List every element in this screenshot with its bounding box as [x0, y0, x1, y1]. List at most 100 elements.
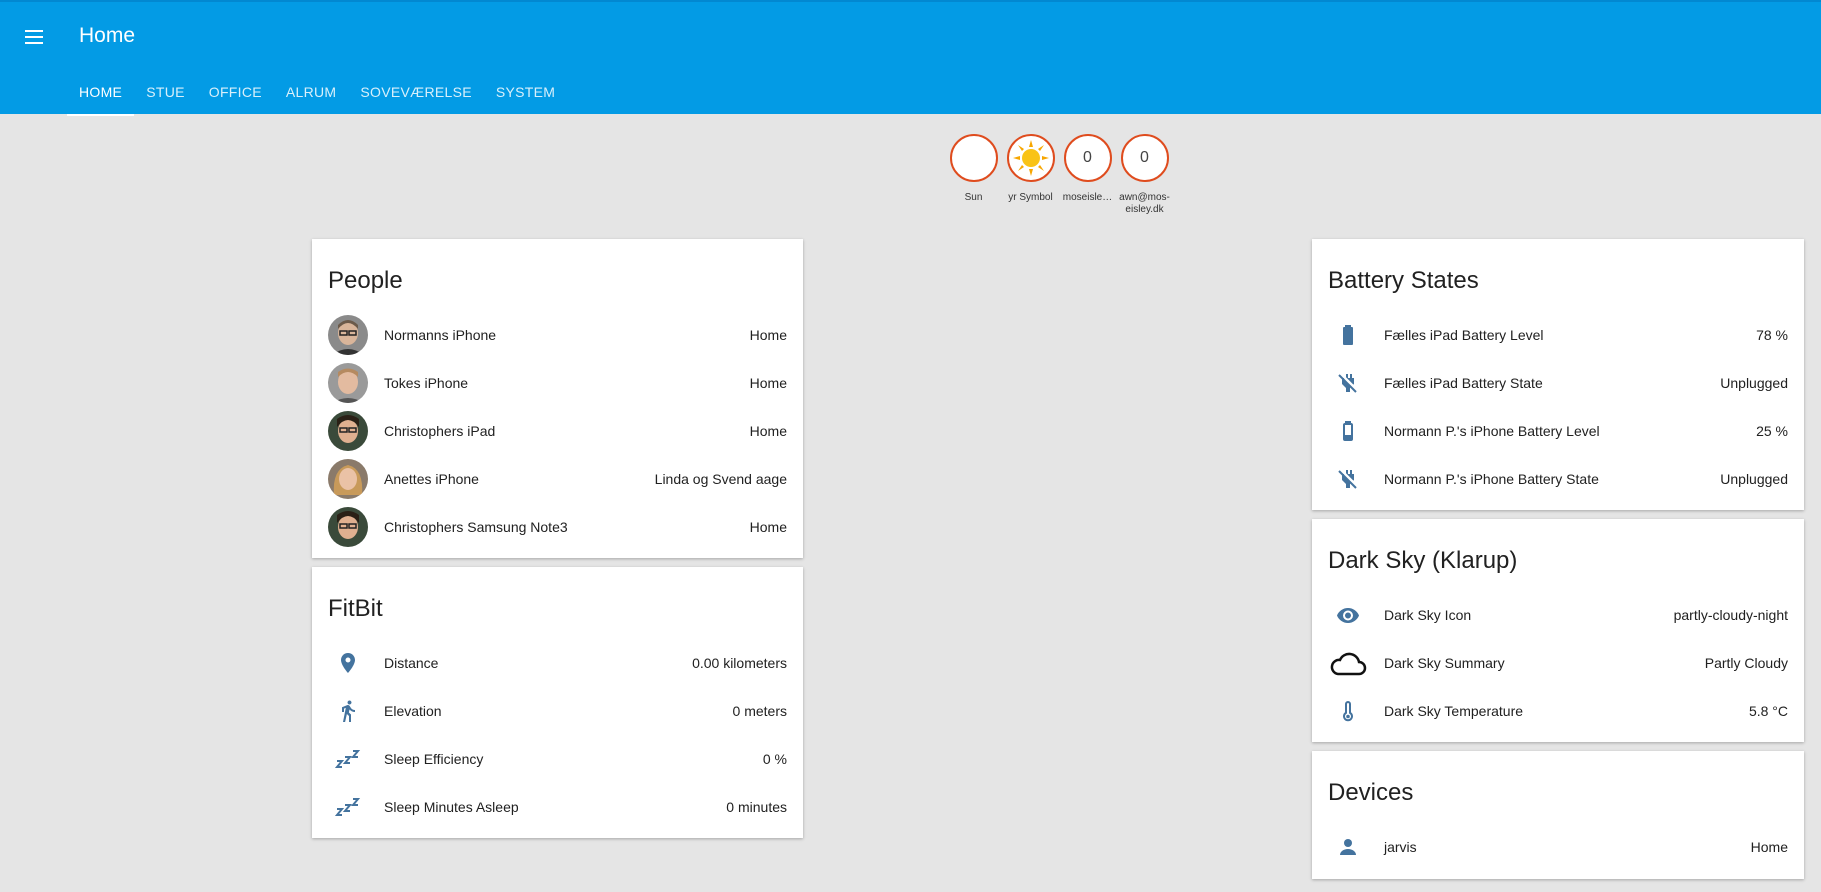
menu-icon[interactable]	[22, 24, 48, 50]
avatar	[328, 459, 368, 499]
entity-row[interactable]: jarvis Home	[1312, 823, 1804, 871]
app-header: Home HOME STUE OFFICE ALRUM SOVEVÆRELSE …	[0, 0, 1821, 116]
entity-name: Normann P.'s iPhone Battery State	[1384, 471, 1599, 487]
devices-card: Devices jarvis Home	[1312, 751, 1804, 879]
people-card: People Normanns iPhone Home Tokes iPhone…	[312, 239, 803, 558]
card-title: Dark Sky (Klarup)	[1328, 547, 1518, 574]
badge-label: Sun	[964, 192, 983, 203]
entity-state: 0.00 kilometers	[692, 655, 787, 671]
card-title: Devices	[1328, 779, 1414, 806]
entity-row[interactable]: Fælles iPad Battery Level 78 %	[1312, 311, 1804, 359]
person-row[interactable]: Anettes iPhone Linda og Svend aage	[312, 455, 803, 503]
badge-sun[interactable]: Sun	[945, 134, 1002, 216]
walk-icon	[342, 700, 355, 722]
entity-row[interactable]: Normann P.'s iPhone Battery State Unplug…	[1312, 455, 1804, 503]
person-state: Linda og Svend aage	[654, 471, 787, 487]
avatar	[328, 507, 368, 547]
person-row[interactable]: Tokes iPhone Home	[312, 359, 803, 407]
fitbit-card: FitBit Distance 0.00 kilometers Elevatio…	[312, 567, 803, 838]
person-row[interactable]: Christophers iPad Home	[312, 407, 803, 455]
view-tabs: HOME STUE OFFICE ALRUM SOVEVÆRELSE SYSTE…	[67, 72, 567, 116]
account-icon	[1340, 839, 1356, 855]
badge-label: moseisle…	[1062, 192, 1113, 203]
avatar	[328, 411, 368, 451]
person-state: Home	[749, 327, 787, 343]
cloud-icon	[1330, 652, 1367, 676]
entity-state: 78 %	[1756, 327, 1788, 343]
entity-name: Dark Sky Icon	[1384, 607, 1472, 623]
entity-state: 5.8 °C	[1748, 703, 1788, 719]
badge-label: awn@mos-eisley.dk	[1119, 192, 1170, 215]
sleep-icon	[335, 798, 361, 816]
entity-row[interactable]: Elevation 0 meters	[312, 687, 803, 735]
entity-state: 0 minutes	[726, 799, 787, 815]
avatar	[328, 315, 368, 355]
tab-sovevaerelse[interactable]: SOVEVÆRELSE	[348, 72, 483, 116]
sleep-icon	[335, 750, 361, 768]
tab-home[interactable]: HOME	[67, 72, 135, 116]
badge-bar: Sun yr Symbol 0 moseisle… 0 awn@mos-eisl…	[945, 134, 1173, 216]
person-name: Christophers Samsung Note3	[384, 519, 568, 535]
entity-name: Normann P.'s iPhone Battery Level	[1384, 423, 1600, 439]
tab-alrum[interactable]: ALRUM	[274, 72, 349, 116]
entity-name: Fælles iPad Battery State	[1384, 375, 1543, 391]
tab-stue[interactable]: STUE	[134, 72, 197, 116]
badge-value: 0	[1063, 134, 1112, 182]
eye-icon	[1337, 608, 1359, 623]
entity-name: Dark Sky Temperature	[1384, 703, 1524, 719]
entity-row[interactable]: Dark Sky Icon partly-cloudy-night	[1312, 591, 1804, 639]
entity-name: Sleep Efficiency	[384, 751, 484, 767]
moon-icon	[970, 148, 980, 168]
entity-state: Home	[1750, 839, 1788, 855]
entity-name: Dark Sky Summary	[1384, 655, 1505, 671]
entity-row[interactable]: Sleep Efficiency 0 %	[312, 735, 803, 783]
map-marker-icon	[341, 653, 355, 673]
person-name: Christophers iPad	[384, 423, 496, 439]
battery-card: Battery States Fælles iPad Battery Level…	[1312, 239, 1804, 510]
entity-state: 25 %	[1756, 423, 1788, 439]
entity-name: Distance	[384, 655, 439, 671]
person-name: Tokes iPhone	[384, 375, 469, 391]
card-title: People	[328, 267, 403, 294]
battery-icon	[1343, 421, 1353, 441]
badge-value: 0	[1120, 134, 1169, 182]
tab-office[interactable]: OFFICE	[197, 72, 274, 116]
card-title: FitBit	[328, 595, 383, 622]
entity-name: jarvis	[1384, 839, 1417, 855]
entity-name: Fælles iPad Battery Level	[1384, 327, 1544, 343]
badge-label: yr Symbol	[1008, 192, 1053, 203]
entity-name: Sleep Minutes Asleep	[384, 799, 519, 815]
entity-state: Partly Cloudy	[1704, 655, 1788, 671]
person-name: Anettes iPhone	[384, 471, 479, 487]
entity-state: 0 meters	[732, 703, 787, 719]
badge-yr-symbol[interactable]: yr Symbol	[1002, 134, 1059, 216]
person-name: Normanns iPhone	[384, 327, 497, 343]
card-title: Battery States	[1328, 267, 1479, 294]
person-state: Home	[749, 519, 787, 535]
page-title: Home	[79, 24, 136, 47]
person-row[interactable]: Normanns iPhone Home	[312, 311, 803, 359]
entity-state: partly-cloudy-night	[1673, 607, 1788, 623]
power-plug-off-icon	[1338, 374, 1357, 393]
entity-row[interactable]: Dark Sky Summary Partly Cloudy	[1312, 639, 1804, 687]
badge-awn[interactable]: 0 awn@mos-eisley.dk	[1116, 134, 1173, 216]
entity-name: Elevation	[384, 703, 442, 719]
sun-icon	[1012, 140, 1049, 176]
tab-system[interactable]: SYSTEM	[484, 72, 567, 116]
entity-state: Unplugged	[1720, 375, 1788, 391]
avatar	[328, 363, 368, 403]
person-state: Home	[749, 375, 787, 391]
person-state: Home	[749, 423, 787, 439]
power-plug-off-icon	[1338, 470, 1357, 489]
entity-row[interactable]: Normann P.'s iPhone Battery Level 25 %	[1312, 407, 1804, 455]
entity-row[interactable]: Fælles iPad Battery State Unplugged	[1312, 359, 1804, 407]
entity-state: 0 %	[762, 751, 787, 767]
darksky-card: Dark Sky (Klarup) Dark Sky Icon partly-c…	[1312, 519, 1804, 742]
entity-row[interactable]: Sleep Minutes Asleep 0 minutes	[312, 783, 803, 831]
battery-icon	[1343, 325, 1353, 345]
thermometer-icon	[1343, 701, 1353, 722]
entity-row[interactable]: Distance 0.00 kilometers	[312, 639, 803, 687]
badge-moseisle[interactable]: 0 moseisle…	[1059, 134, 1116, 216]
person-row[interactable]: Christophers Samsung Note3 Home	[312, 503, 803, 551]
entity-row[interactable]: Dark Sky Temperature 5.8 °C	[1312, 687, 1804, 735]
